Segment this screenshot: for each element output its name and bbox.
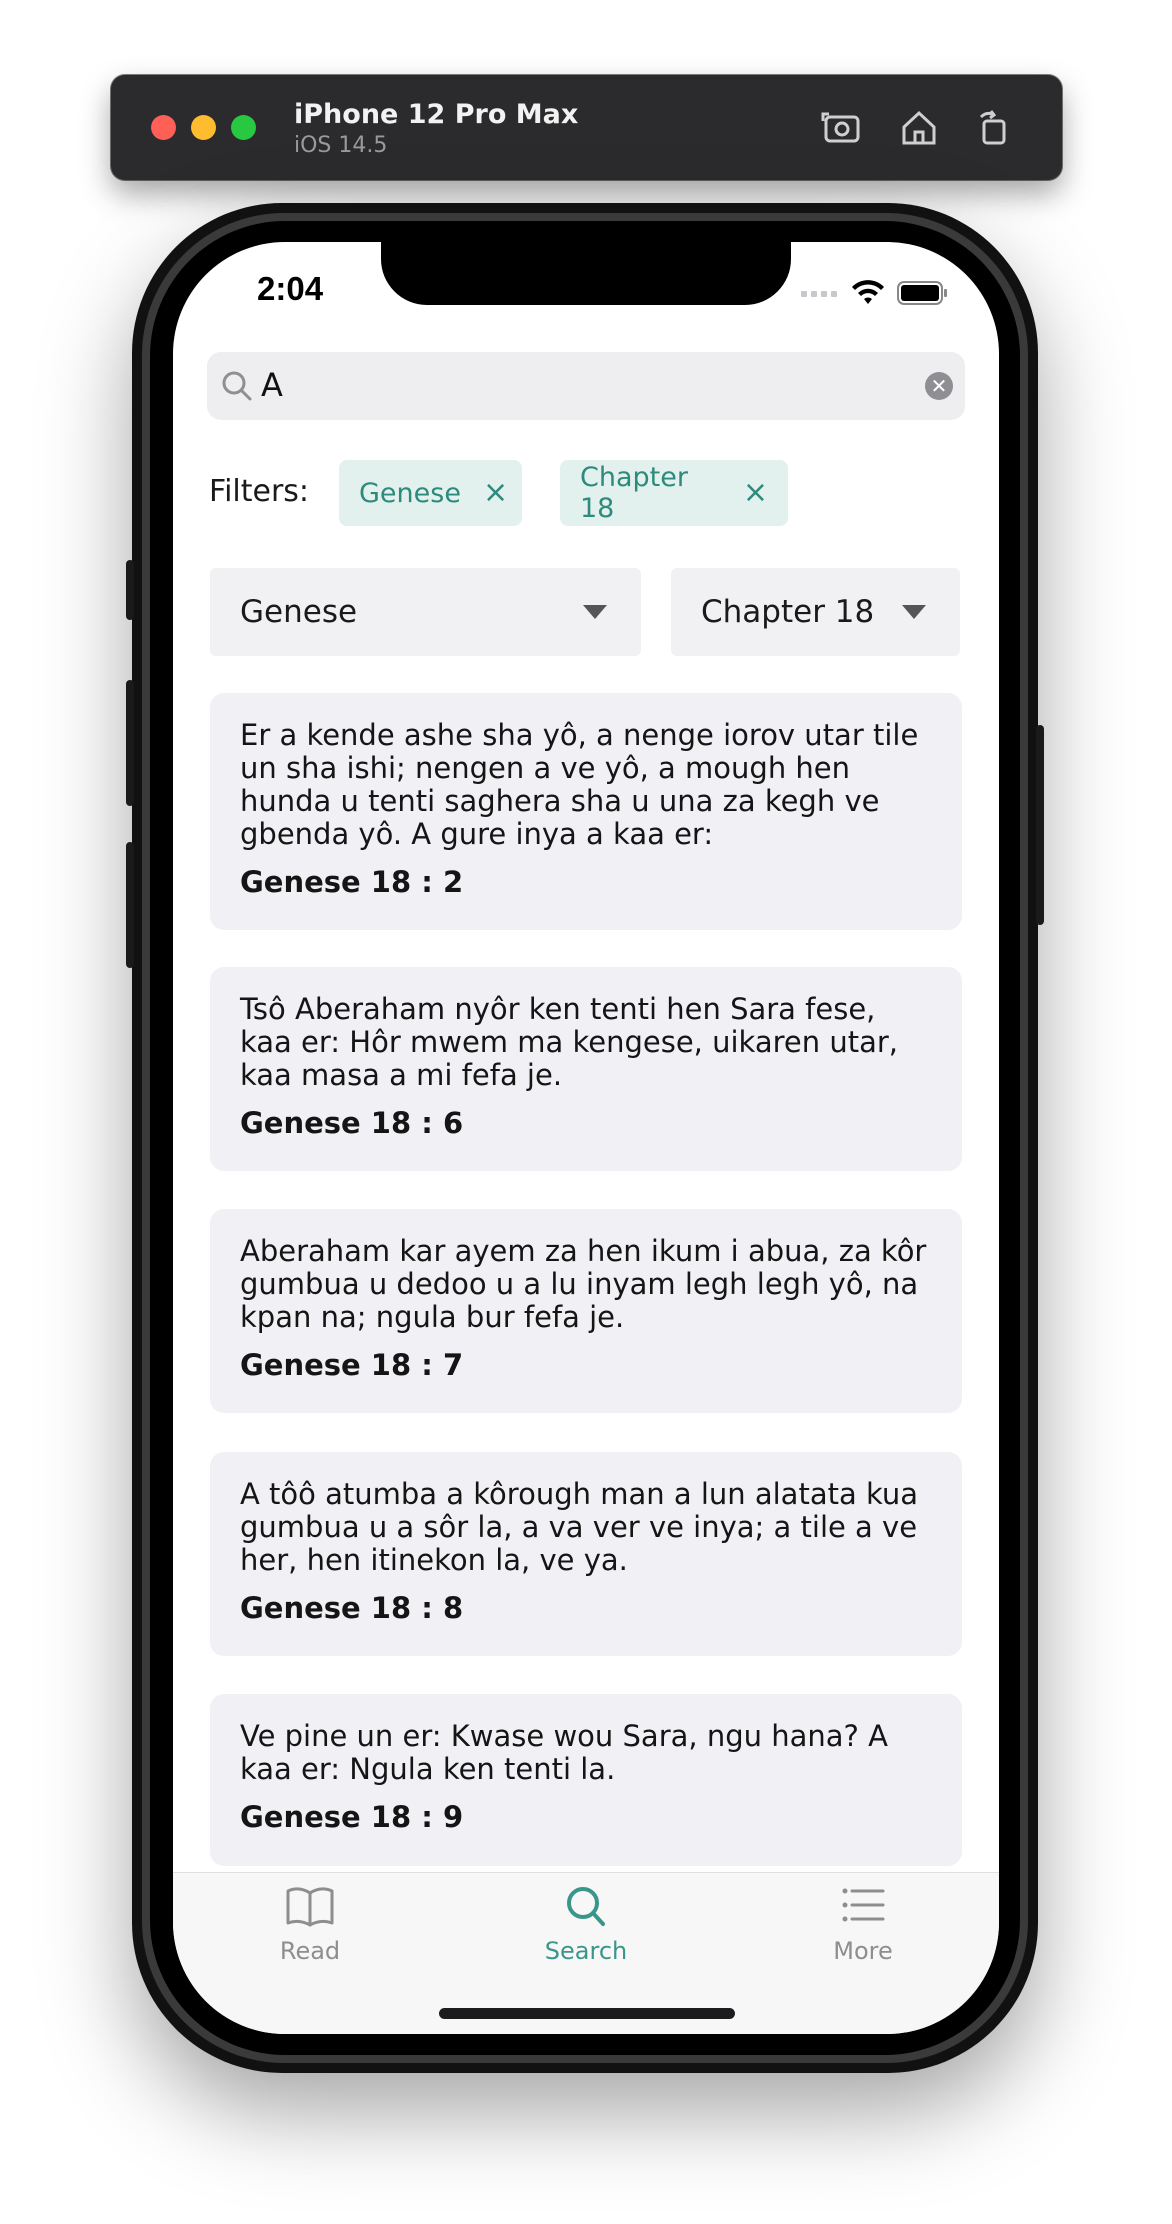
verse-text: Tsô Aberaham nyôr ken tenti hen Sara fes…	[240, 992, 898, 1092]
book-dropdown-value: Genese	[240, 594, 358, 630]
tab-more-label: More	[833, 1937, 893, 1965]
wifi-icon	[852, 280, 884, 304]
notch	[381, 242, 791, 305]
battery-icon	[897, 281, 947, 305]
tab-more[interactable]: More	[783, 1883, 943, 1965]
dropdown-caret-icon	[902, 605, 926, 619]
verse-text: A tôô atumba a kôrough man a lun alatata…	[240, 1477, 919, 1577]
search-bar[interactable]: A ✕	[207, 352, 965, 420]
verse-reference: Genese 18 : 9	[240, 1800, 464, 1834]
tab-search-label: Search	[544, 1937, 628, 1965]
mute-switch	[126, 560, 134, 620]
verse-text: Er a kende ashe sha yô, a nenge iorov ut…	[240, 718, 919, 851]
chapter-dropdown-value: Chapter 18	[701, 594, 875, 630]
list-icon	[842, 1888, 885, 1922]
filter-chip-book[interactable]: Genese ×	[339, 460, 522, 526]
result-card[interactable]: Tsô Aberaham nyôr ken tenti hen Sara fes…	[210, 967, 962, 1171]
book-icon	[286, 1887, 334, 1927]
result-card[interactable]: A tôô atumba a kôrough man a lun alatata…	[210, 1452, 962, 1656]
phone-screen: 2:04 A ✕ Filters: Genese × Chapter 18 × …	[173, 242, 999, 2034]
status-time: 2:04	[257, 270, 324, 307]
zoom-window-button[interactable]	[231, 115, 256, 140]
status-icons	[801, 278, 949, 308]
home-icon[interactable]	[896, 105, 942, 151]
volume-up-button	[126, 680, 134, 806]
result-card[interactable]: Ve pine un er: Kwase wou Sara, ngu hana?…	[210, 1694, 962, 1866]
verse-reference: Genese 18 : 2	[240, 865, 464, 899]
filter-chip-chapter[interactable]: Chapter 18 ×	[560, 460, 788, 526]
simulator-device-name: iPhone 12 Pro Max	[294, 99, 579, 130]
simulator-os-version: iOS 14.5	[294, 133, 388, 158]
remove-filter-icon[interactable]: ×	[743, 478, 768, 508]
remove-filter-icon[interactable]: ×	[483, 478, 508, 508]
simulator-titlebar: iPhone 12 Pro Max iOS 14.5	[111, 75, 1062, 180]
power-button	[1036, 725, 1044, 925]
close-window-button[interactable]	[151, 115, 176, 140]
tab-read-label: Read	[279, 1937, 341, 1965]
search-input[interactable]: A	[261, 366, 283, 404]
home-indicator[interactable]	[439, 2008, 735, 2019]
screenshot-icon[interactable]	[819, 105, 865, 151]
result-card[interactable]: Aberaham kar ayem za hen ikum i abua, za…	[210, 1209, 962, 1413]
clear-icon[interactable]: ✕	[925, 372, 953, 400]
verse-reference: Genese 18 : 8	[240, 1591, 464, 1625]
verse-text: Aberaham kar ayem za hen ikum i abua, za…	[240, 1234, 927, 1334]
search-icon	[567, 1887, 605, 1926]
rotate-icon[interactable]	[971, 105, 1017, 151]
verse-reference: Genese 18 : 7	[240, 1348, 464, 1382]
filter-chip-label: Genese	[359, 477, 461, 509]
verse-text: Ve pine un er: Kwase wou Sara, ngu hana?…	[240, 1719, 888, 1786]
filters-label: Filters:	[209, 474, 310, 509]
chapter-dropdown[interactable]: Chapter 18	[671, 568, 960, 656]
tab-read[interactable]: Read	[230, 1883, 390, 1965]
search-icon	[222, 371, 252, 401]
filter-chip-label: Chapter 18	[580, 462, 688, 524]
dropdown-caret-icon	[583, 605, 607, 619]
verse-reference: Genese 18 : 6	[240, 1106, 464, 1140]
minimize-window-button[interactable]	[191, 115, 216, 140]
volume-down-button	[126, 842, 134, 968]
book-dropdown[interactable]: Genese	[210, 568, 641, 656]
result-card[interactable]: Er a kende ashe sha yô, a nenge iorov ut…	[210, 693, 962, 930]
tab-search[interactable]: Search	[506, 1883, 666, 1965]
signal-icon	[801, 291, 837, 297]
